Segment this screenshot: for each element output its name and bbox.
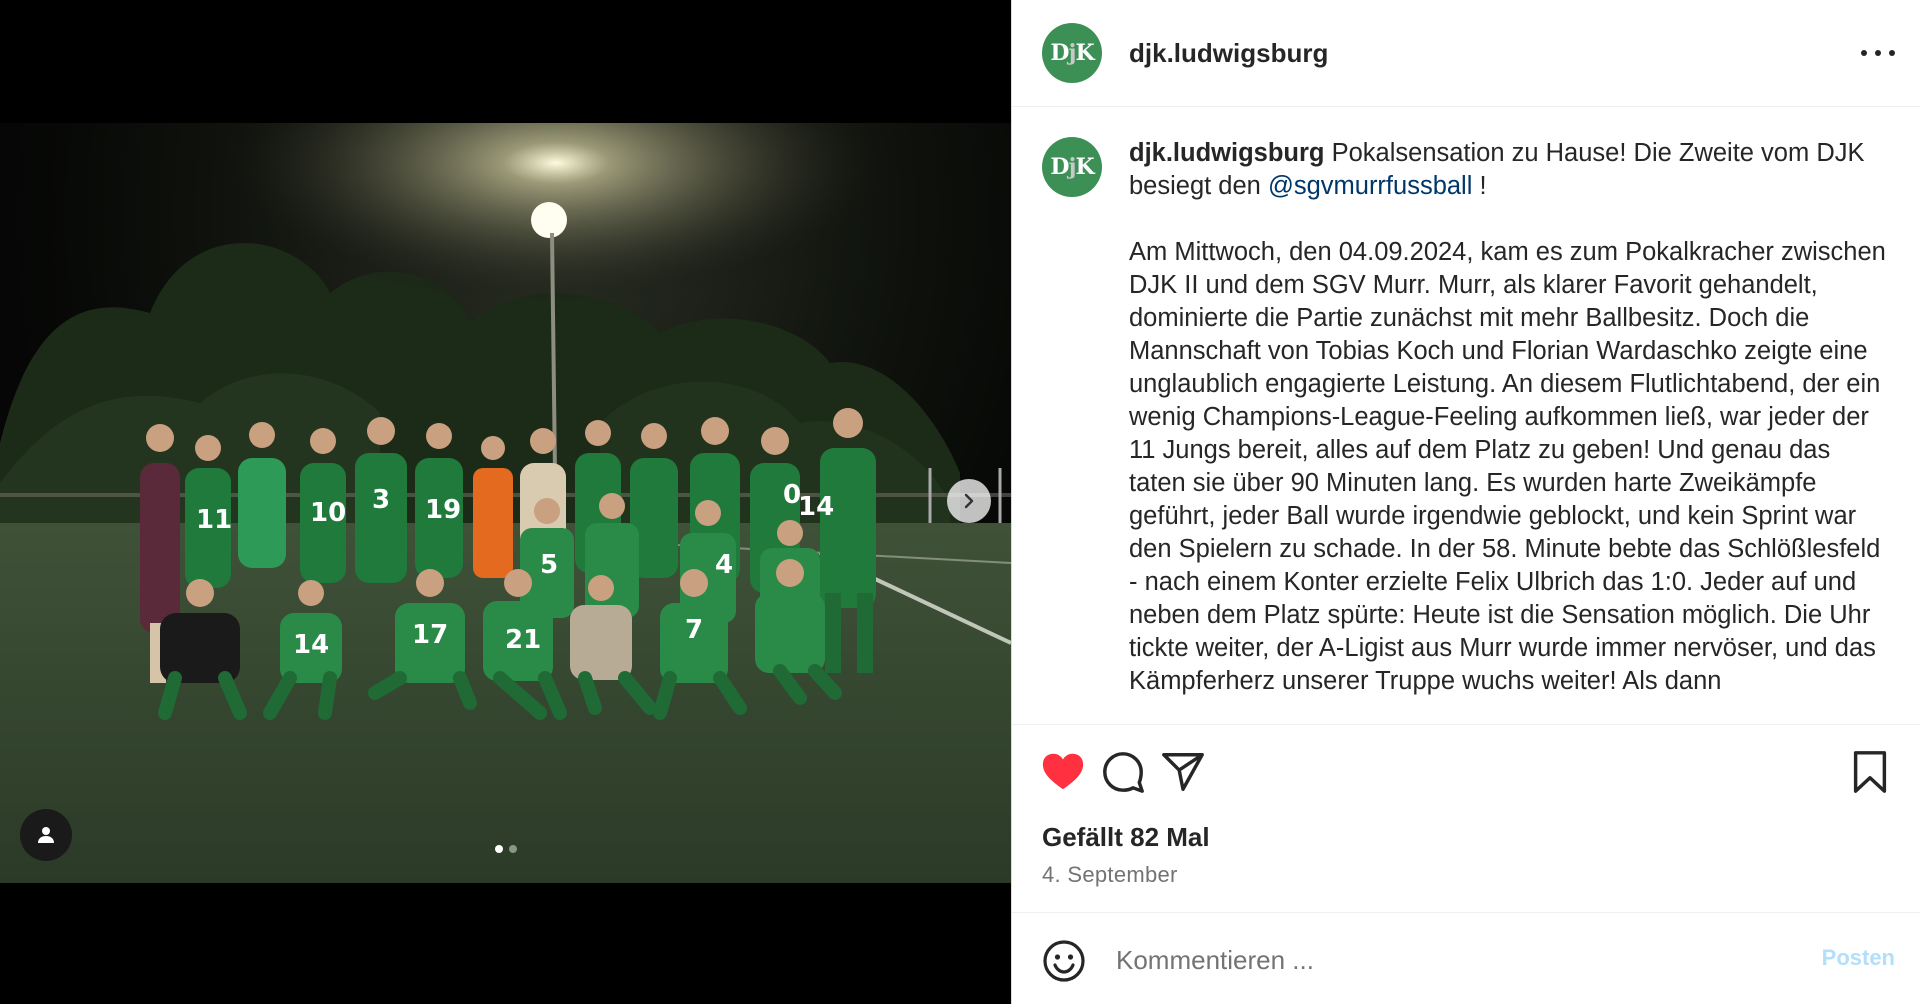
likes-count[interactable]: Gefällt 82 Mal <box>1042 822 1210 853</box>
bookmark-icon <box>1853 751 1887 793</box>
svg-text:14: 14 <box>798 492 834 522</box>
send-icon <box>1162 753 1204 791</box>
svg-text:17: 17 <box>412 620 448 650</box>
comment-button[interactable] <box>1100 749 1146 795</box>
svg-text:5: 5 <box>540 550 558 580</box>
instagram-post: 11 10 3 19 14 0 54 14 17 21 7 DjK djk.lu… <box>0 0 1920 1004</box>
svg-text:3: 3 <box>372 485 390 515</box>
post-side-panel: DjK djk.ludwigsburg DjK djk.ludwigsburg … <box>1011 0 1920 1004</box>
svg-text:7: 7 <box>685 615 703 645</box>
svg-text:14: 14 <box>293 630 329 660</box>
post-comment-button[interactable]: Posten <box>1822 945 1895 971</box>
caption-username[interactable]: djk.ludwigsburg <box>1129 139 1325 167</box>
svg-text:10: 10 <box>310 498 346 528</box>
caption-headline-end: ! <box>1472 172 1487 200</box>
svg-text:11: 11 <box>196 505 232 535</box>
emoji-button[interactable] <box>1042 939 1086 983</box>
comment-icon <box>1103 752 1144 793</box>
carousel-indicator <box>0 845 1011 853</box>
caption-mention-link[interactable]: @sgvmurrfussball <box>1268 172 1472 200</box>
comment-input[interactable] <box>1116 937 1756 983</box>
more-options-button[interactable] <box>1861 38 1895 68</box>
like-button[interactable] <box>1040 749 1086 795</box>
caption-avatar[interactable]: DjK <box>1042 137 1102 197</box>
carousel-dot-2 <box>508 845 517 853</box>
caption-area: DjK djk.ludwigsburg Pokalsensation zu Ha… <box>1012 107 1920 724</box>
emoji-icon <box>1043 940 1085 982</box>
team-photo[interactable]: 11 10 3 19 14 0 54 14 17 21 7 <box>0 123 1011 883</box>
caption-body: Am Mittwoch, den 04.09.2024, kam es zum … <box>1129 238 1886 695</box>
post-date[interactable]: 4. September <box>1042 862 1178 888</box>
post-header: DjK djk.ludwigsburg <box>1012 0 1920 107</box>
avatar-logo: DjK <box>1050 40 1094 66</box>
tagged-users-button[interactable] <box>20 809 72 861</box>
header-username[interactable]: djk.ludwigsburg <box>1129 38 1328 69</box>
caption-avatar-logo: DjK <box>1050 154 1094 180</box>
share-button[interactable] <box>1160 749 1206 795</box>
action-bar <box>1012 724 1920 820</box>
team-photo-illustration: 11 10 3 19 140 54 14 17 21 7 <box>0 123 1011 883</box>
carousel-next-button[interactable] <box>947 479 991 523</box>
post-media: 11 10 3 19 14 0 54 14 17 21 7 <box>0 0 1011 1004</box>
save-button[interactable] <box>1847 749 1893 795</box>
more-options-icon <box>1861 50 1867 56</box>
chevron-right-icon <box>964 493 974 509</box>
svg-text:21: 21 <box>505 625 541 655</box>
heart-filled-icon <box>1042 753 1084 790</box>
svg-text:4: 4 <box>715 550 733 580</box>
user-icon <box>38 827 54 843</box>
avatar[interactable]: DjK <box>1042 23 1102 83</box>
carousel-dot-1 <box>494 845 503 853</box>
caption-text: djk.ludwigsburg Pokalsensation zu Hause!… <box>1129 137 1891 724</box>
comment-bar: Posten <box>1012 912 1920 1004</box>
svg-text:19: 19 <box>425 495 461 525</box>
svg-text:0: 0 <box>783 480 801 510</box>
